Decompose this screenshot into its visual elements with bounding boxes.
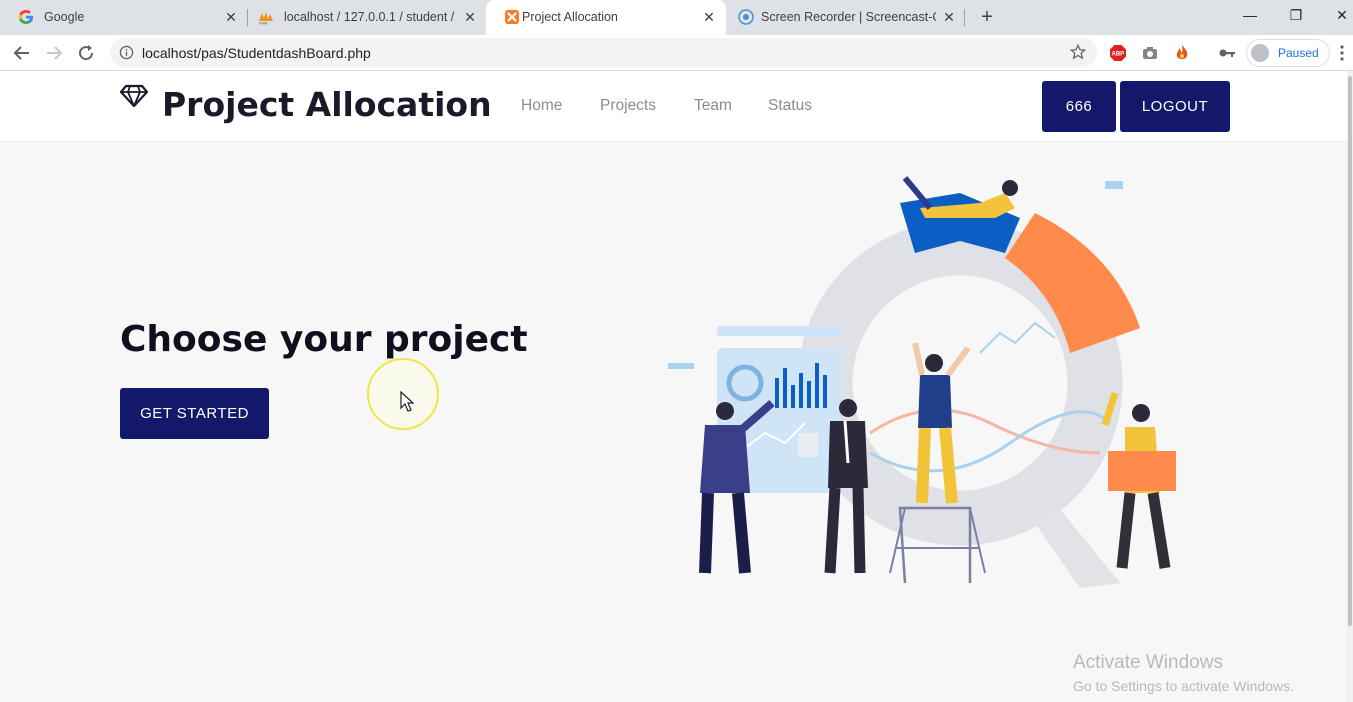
avatar [1251, 44, 1269, 62]
tab-project-allocation[interactable]: Project Allocation ✕ [486, 0, 726, 35]
key-icon[interactable] [1218, 44, 1236, 62]
close-window-button[interactable]: ✕ [1319, 0, 1353, 32]
nav-home[interactable]: Home [521, 97, 562, 115]
close-tab-icon[interactable]: ✕ [222, 8, 240, 26]
tab-title: localhost / 127.0.0.1 / student / s [284, 10, 456, 24]
forward-icon[interactable] [42, 41, 66, 65]
fire-icon[interactable] [1173, 44, 1191, 62]
diamond-icon [120, 84, 148, 108]
nav-status[interactable]: Status [768, 97, 812, 115]
tab-screencast[interactable]: Screen Recorder | Screencast-O-M ✕ [726, 0, 966, 35]
activate-windows-watermark: Activate Windows Go to Settings to activ… [1073, 652, 1294, 694]
tab-divider [964, 9, 965, 26]
restore-button[interactable]: ❐ [1273, 0, 1319, 32]
tab-google[interactable]: Google ✕ [0, 0, 246, 35]
profile-status: Paused [1278, 46, 1319, 60]
close-tab-icon[interactable]: ✕ [461, 8, 479, 26]
user-id-button[interactable]: 666 [1042, 81, 1116, 132]
mouse-pointer-icon [400, 391, 414, 412]
nav-team[interactable]: Team [694, 97, 732, 115]
tab-title: Google [44, 10, 85, 24]
svg-text:PMA: PMA [259, 21, 268, 26]
phpmyadmin-icon: PMA [259, 12, 273, 26]
hero-illustration [668, 176, 1176, 588]
watermark-title: Activate Windows [1073, 652, 1223, 673]
profile-button[interactable]: Paused [1246, 39, 1330, 67]
menu-kebab-icon[interactable] [1338, 43, 1346, 63]
new-tab-button[interactable]: + [976, 6, 998, 28]
url-text: localhost/pas/StudentdashBoard.php [142, 45, 371, 61]
minimize-button[interactable]: — [1227, 0, 1273, 32]
google-icon [18, 10, 33, 24]
logout-button[interactable]: LOGOUT [1120, 81, 1230, 132]
address-bar[interactable]: localhost/pas/StudentdashBoard.php [110, 38, 1097, 67]
screencast-icon [738, 9, 754, 25]
tab-phpmyadmin[interactable]: PMA localhost / 127.0.0.1 / student / s … [240, 0, 486, 35]
site-header: Project Allocation Home Projects Team St… [0, 71, 1353, 142]
close-tab-icon[interactable]: ✕ [700, 8, 718, 26]
svg-text:ABP: ABP [1112, 52, 1125, 58]
brand-title[interactable]: Project Allocation [162, 85, 492, 124]
browser-tab-strip: Google ✕ PMA localhost / 127.0.0.1 / stu… [0, 0, 1353, 35]
tab-title: Screen Recorder | Screencast-O-M [761, 10, 936, 24]
tab-title: Project Allocation [522, 10, 618, 24]
info-icon[interactable] [119, 45, 134, 60]
hero-title: Choose your project [120, 319, 528, 360]
bookmark-star-icon[interactable] [1069, 43, 1087, 61]
xampp-icon [505, 10, 519, 24]
camera-icon[interactable] [1141, 44, 1159, 62]
get-started-button[interactable]: GET STARTED [120, 388, 269, 439]
abp-icon[interactable]: ABP [1109, 44, 1127, 62]
nav-projects[interactable]: Projects [600, 97, 656, 115]
page-scrollbar[interactable] [1347, 71, 1353, 702]
reload-icon[interactable] [74, 41, 98, 65]
watermark-subtitle: Go to Settings to activate Windows. [1073, 678, 1294, 694]
close-tab-icon[interactable]: ✕ [940, 8, 958, 26]
page: Project Allocation Home Projects Team St… [0, 71, 1353, 702]
browser-toolbar: localhost/pas/StudentdashBoard.php ABP P… [0, 35, 1353, 71]
back-icon[interactable] [10, 41, 34, 65]
